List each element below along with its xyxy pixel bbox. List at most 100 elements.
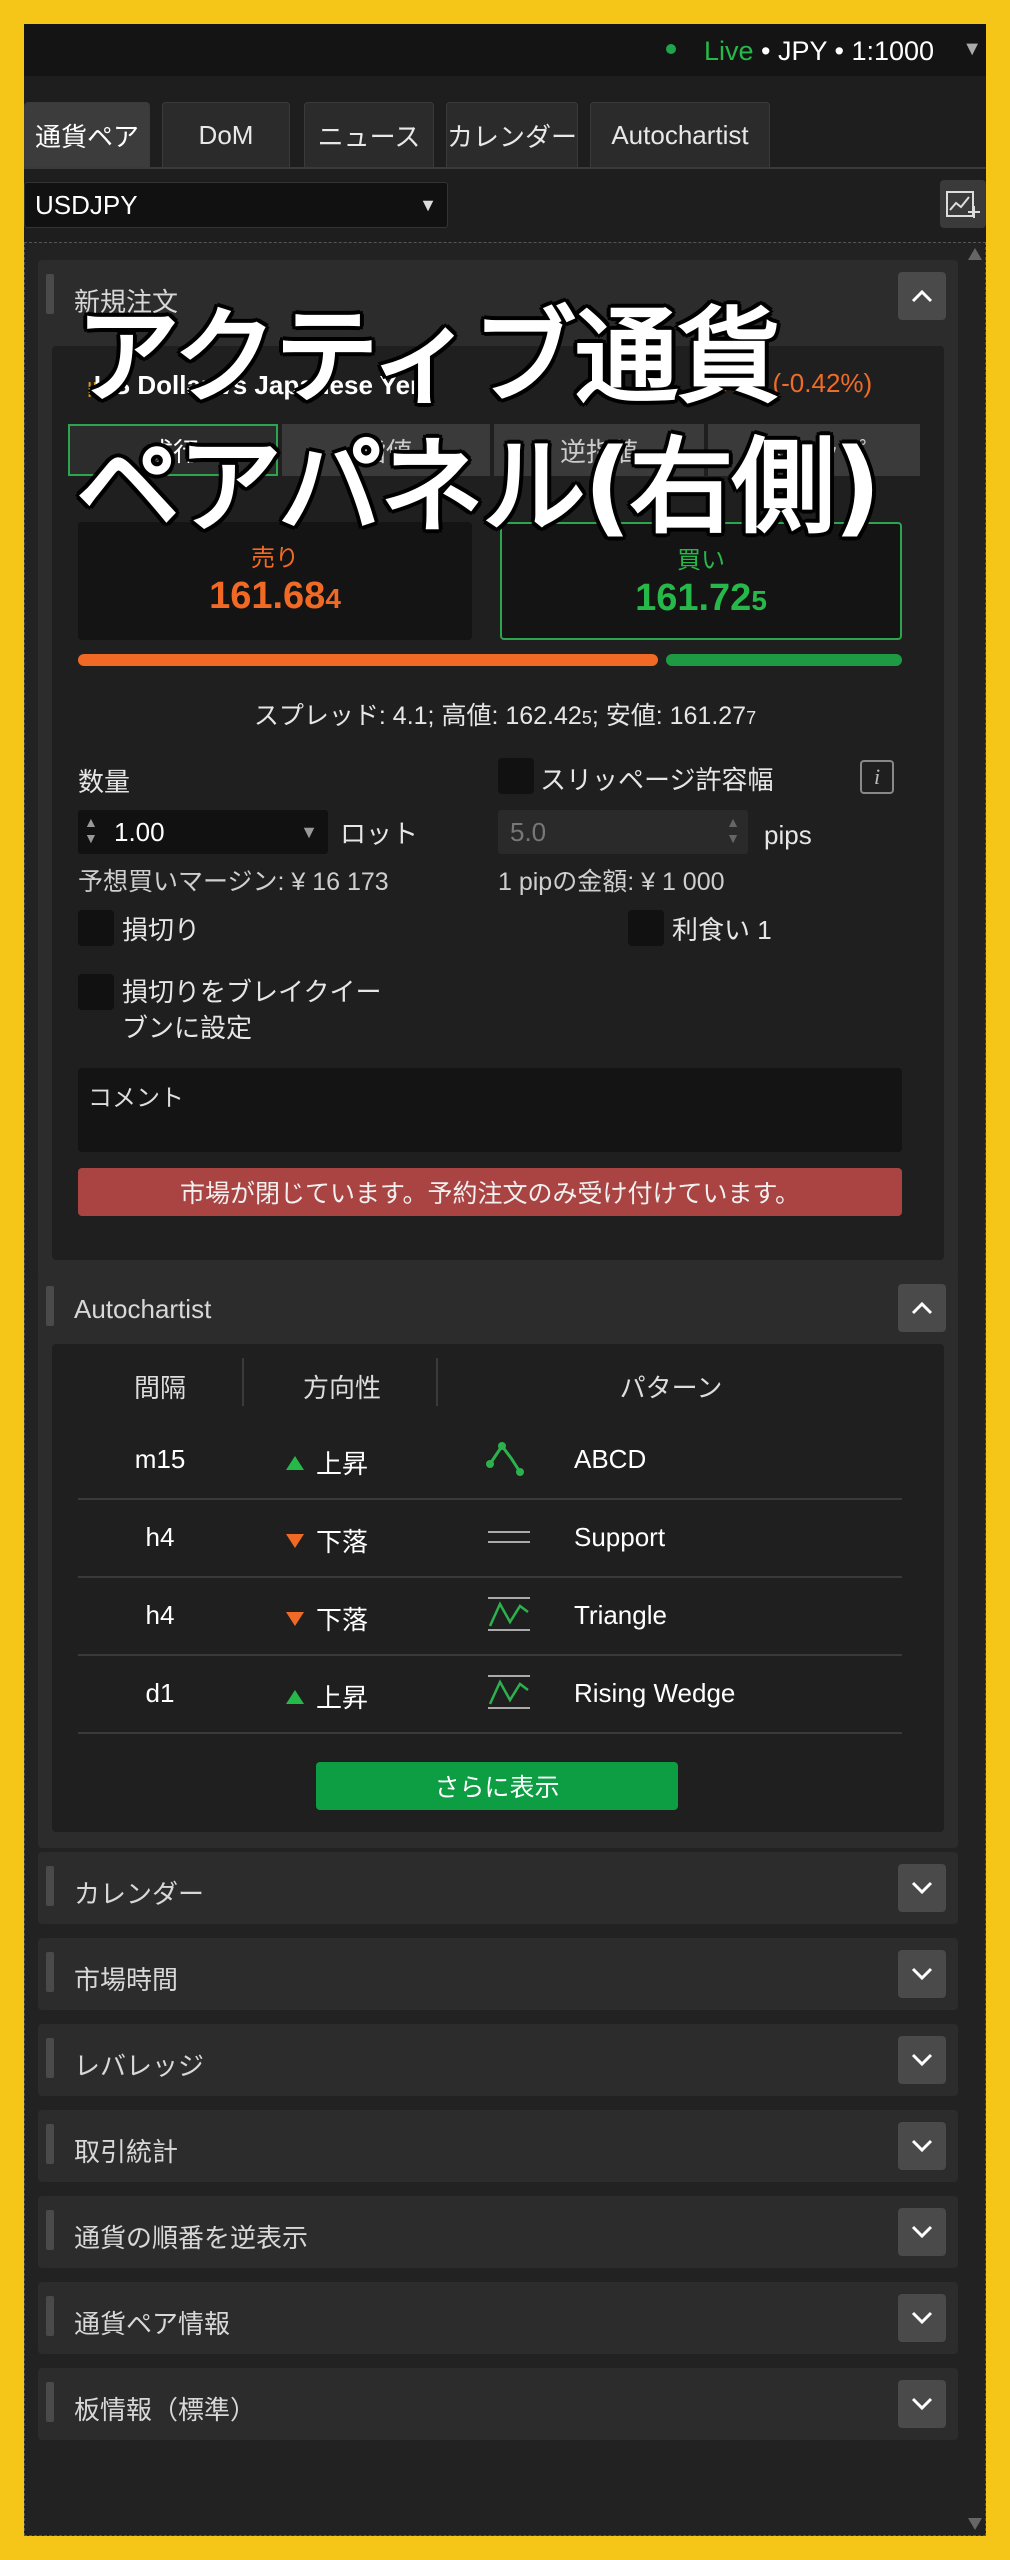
calendar-section[interactable]: カレンダー <box>38 1852 958 1924</box>
pip-value: 1 pipの金額: ¥ 1 000 <box>498 868 725 896</box>
stepper-arrows-icon[interactable]: ▲ ▼ <box>84 814 98 846</box>
spread-high-text: スプレッド: 4.1; 高値: 162.42 <box>253 702 582 730</box>
live-label: Live <box>704 36 754 66</box>
chevron-down-icon <box>911 2139 933 2153</box>
trading-stats-section[interactable]: 取引統計 <box>38 2110 958 2182</box>
overlay-headline-line1: アクティブ通貨 <box>76 296 781 418</box>
interval-cell: d1 <box>145 1678 175 1708</box>
tab-autochartist[interactable]: Autochartist <box>590 102 770 167</box>
reverse-pair-section[interactable]: 通貨の順番を逆表示 <box>38 2196 958 2268</box>
expand-button[interactable] <box>898 2208 946 2256</box>
pattern-cell: Triangle <box>574 1600 667 1630</box>
chevron-down-icon <box>911 1881 933 1895</box>
leverage-section[interactable]: レバレッジ <box>38 2024 958 2096</box>
chevron-up-icon <box>911 289 933 303</box>
expand-button[interactable] <box>898 2380 946 2428</box>
drag-handle[interactable] <box>46 1952 54 1992</box>
vertical-scrollbar[interactable] <box>966 248 984 2530</box>
sell-price-main: 161.68 <box>209 575 326 617</box>
drag-handle[interactable] <box>46 2038 54 2078</box>
show-more-button[interactable]: さらに表示 <box>316 1762 678 1810</box>
breakeven-checkbox[interactable] <box>78 974 114 1010</box>
column-header-direction: 方向性 <box>302 1373 381 1403</box>
symbol-select[interactable]: USDJPY ▼ <box>24 182 448 228</box>
table-row[interactable]: h4 下落 Triangle <box>78 1578 902 1656</box>
trend-up-icon <box>286 1690 304 1705</box>
expand-button[interactable] <box>898 2294 946 2342</box>
drag-handle[interactable] <box>46 2382 54 2422</box>
comment-field[interactable]: コメント <box>78 1068 902 1152</box>
stop-loss-checkbox[interactable] <box>78 910 114 946</box>
drag-handle[interactable] <box>46 274 54 314</box>
trend-down-icon <box>286 1534 304 1549</box>
slippage-value: 5.0 <box>510 817 547 847</box>
drag-handle[interactable] <box>46 1866 54 1906</box>
expand-button[interactable] <box>898 1864 946 1912</box>
direction-cell: 下落 <box>286 1600 368 1637</box>
expand-button[interactable] <box>898 2036 946 2084</box>
chevron-down-icon <box>911 2225 933 2239</box>
spread-low-text: ; 安値: 161.27 <box>591 702 747 730</box>
drag-handle[interactable] <box>46 2124 54 2164</box>
margin-estimate: 予想買いマージン: ¥ 16 173 <box>78 868 389 896</box>
comment-placeholder: コメント <box>88 1085 184 1112</box>
chevron-down-icon[interactable]: ▼ <box>962 38 982 61</box>
stepper-arrows-icon[interactable]: ▲ ▼ <box>726 814 740 846</box>
direction-cell: 上昇 <box>286 1678 368 1715</box>
column-header-interval: 間隔 <box>133 1373 186 1403</box>
slippage-label: スリッページ許容幅 <box>540 765 774 795</box>
scroll-down-icon[interactable] <box>968 2518 982 2530</box>
chart-add-icon <box>946 191 980 218</box>
drag-handle[interactable] <box>46 2296 54 2336</box>
quantity-stepper[interactable]: ▲ ▼ 1.00 ▼ <box>78 810 328 854</box>
table-row[interactable]: h4 下落 Support <box>78 1500 902 1578</box>
abcd-pattern-icon <box>486 1442 524 1476</box>
pips-unit-label: pips <box>764 820 812 850</box>
chevron-down-icon: ▼ <box>419 195 437 215</box>
take-profit-checkbox[interactable] <box>628 910 664 946</box>
slippage-checkbox[interactable] <box>498 758 534 794</box>
section-title: レバレッジ <box>74 2051 205 2081</box>
tab-dom[interactable]: DoM <box>162 102 290 167</box>
order-book-section[interactable]: 板情報（標準） <box>38 2368 958 2440</box>
high-pip-digit: 5 <box>581 708 592 728</box>
interval-cell: h4 <box>145 1600 175 1630</box>
info-icon[interactable]: i <box>860 760 894 794</box>
pattern-cell: Support <box>574 1522 666 1552</box>
overlay-headline-line2: ペアパネル(右側) <box>76 426 881 548</box>
slippage-input[interactable]: 5.0 ▲ ▼ <box>498 810 748 854</box>
section-title: 取引統計 <box>74 2137 179 2167</box>
section-title: 通貨の順番を逆表示 <box>74 2223 309 2253</box>
breakeven-label-line1: 損切りをブレイクイー <box>122 977 382 1007</box>
direction-text: 下落 <box>316 1605 369 1635</box>
pair-info-section[interactable]: 通貨ペア情報 <box>38 2282 958 2354</box>
tab-divider <box>24 167 986 169</box>
table-row[interactable]: d1 上昇 Rising Wedge <box>78 1656 902 1734</box>
table-row[interactable]: m15 上昇 ABCD <box>78 1422 902 1500</box>
low-pip-digit: 7 <box>746 708 757 728</box>
account-status: Live • JPY • 1:1000 <box>704 36 934 67</box>
market-hours-section[interactable]: 市場時間 <box>38 1938 958 2010</box>
drag-handle[interactable] <box>46 1286 54 1326</box>
tab-currency-pair[interactable]: 通貨ペア <box>24 102 150 167</box>
column-header-pattern: パターン <box>619 1373 723 1403</box>
pattern-cell: Rising Wedge <box>574 1678 736 1708</box>
drag-handle[interactable] <box>46 2210 54 2250</box>
open-chart-button[interactable] <box>940 180 986 228</box>
tab-calendar[interactable]: カレンダー <box>446 102 578 167</box>
chevron-down-icon[interactable]: ▼ <box>300 822 318 843</box>
chevron-up-icon <box>911 1301 933 1315</box>
section-title: 板情報（標準） <box>74 2395 257 2425</box>
buy-price: 161.725 <box>502 577 900 620</box>
column-divider <box>242 1358 244 1406</box>
expand-button[interactable] <box>898 1950 946 1998</box>
tab-news[interactable]: ニュース <box>304 102 434 167</box>
pattern-cell: ABCD <box>574 1444 647 1474</box>
buy-price-main: 161.72 <box>635 577 752 619</box>
collapse-button[interactable] <box>898 272 946 320</box>
scroll-up-icon[interactable] <box>968 248 982 260</box>
column-divider <box>436 1358 438 1406</box>
collapse-button[interactable] <box>898 1284 946 1332</box>
app-window: Live • JPY • 1:1000 ▼ 通貨ペア DoM ニュース カレンダ… <box>24 24 986 2536</box>
expand-button[interactable] <box>898 2122 946 2170</box>
